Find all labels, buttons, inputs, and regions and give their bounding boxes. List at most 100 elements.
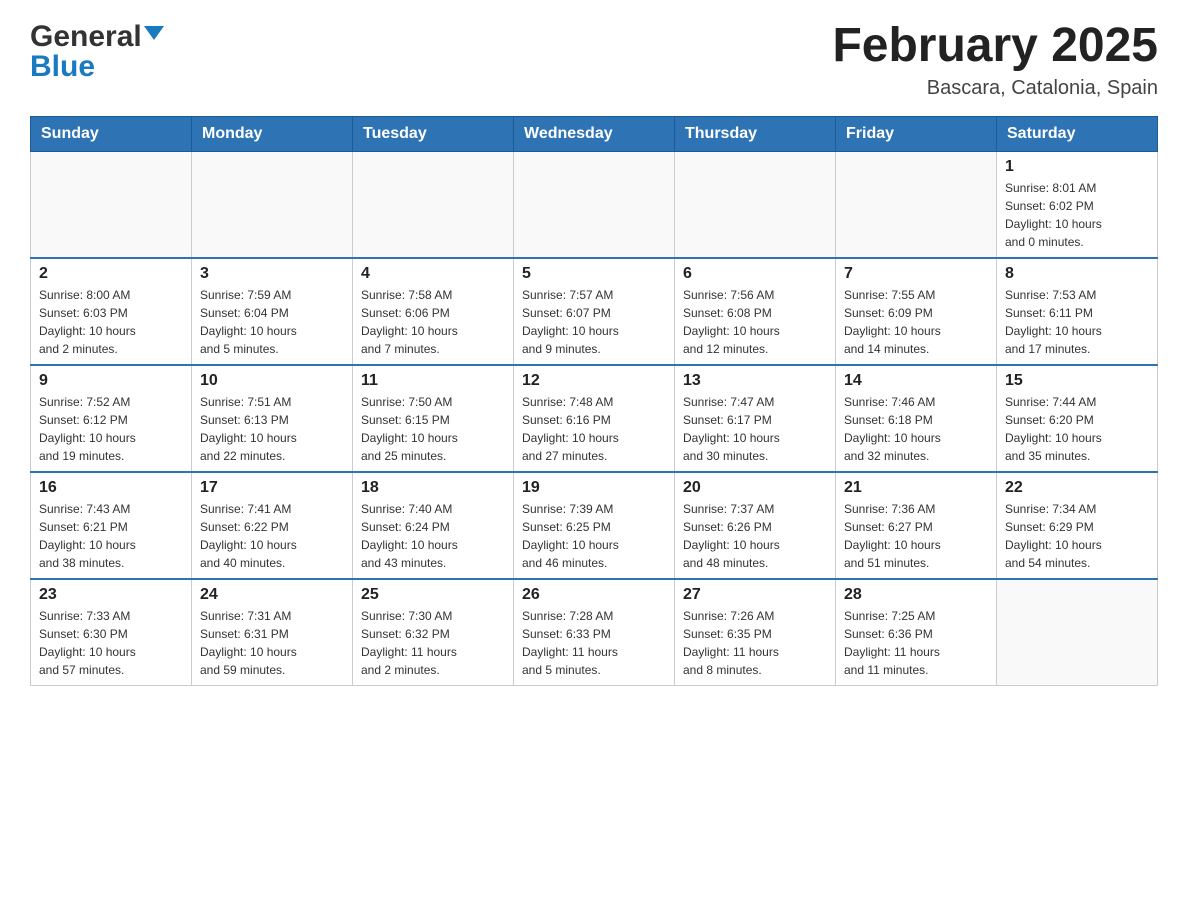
header-tuesday: Tuesday — [353, 116, 514, 151]
title-area: February 2025 Bascara, Catalonia, Spain — [832, 20, 1158, 100]
day-info: Sunrise: 7:46 AMSunset: 6:18 PMDaylight:… — [844, 393, 988, 465]
table-row — [997, 579, 1158, 686]
header-sunday: Sunday — [31, 116, 192, 151]
calendar-week-4: 16 Sunrise: 7:43 AMSunset: 6:21 PMDayligh… — [31, 472, 1158, 579]
day-number: 22 — [1005, 479, 1149, 497]
day-info: Sunrise: 7:56 AMSunset: 6:08 PMDaylight:… — [683, 286, 827, 358]
day-number: 23 — [39, 586, 183, 604]
table-row: 11 Sunrise: 7:50 AMSunset: 6:15 PMDayligh… — [353, 365, 514, 472]
day-info: Sunrise: 7:30 AMSunset: 6:32 PMDaylight:… — [361, 607, 505, 679]
day-info: Sunrise: 7:40 AMSunset: 6:24 PMDaylight:… — [361, 500, 505, 572]
calendar-table: Sunday Monday Tuesday Wednesday Thursday… — [30, 116, 1158, 686]
day-number: 6 — [683, 265, 827, 283]
day-info: Sunrise: 7:58 AMSunset: 6:06 PMDaylight:… — [361, 286, 505, 358]
table-row — [675, 151, 836, 258]
header-monday: Monday — [192, 116, 353, 151]
table-row: 9 Sunrise: 7:52 AMSunset: 6:12 PMDaylight… — [31, 365, 192, 472]
day-info: Sunrise: 7:48 AMSunset: 6:16 PMDaylight:… — [522, 393, 666, 465]
logo-triangle-icon — [144, 26, 164, 40]
day-number: 8 — [1005, 265, 1149, 283]
header-thursday: Thursday — [675, 116, 836, 151]
table-row: 5 Sunrise: 7:57 AMSunset: 6:07 PMDaylight… — [514, 258, 675, 365]
day-number: 18 — [361, 479, 505, 497]
day-number: 1 — [1005, 158, 1149, 176]
day-number: 17 — [200, 479, 344, 497]
day-info: Sunrise: 7:53 AMSunset: 6:11 PMDaylight:… — [1005, 286, 1149, 358]
day-info: Sunrise: 7:57 AMSunset: 6:07 PMDaylight:… — [522, 286, 666, 358]
day-number: 16 — [39, 479, 183, 497]
day-number: 15 — [1005, 372, 1149, 390]
table-row: 8 Sunrise: 7:53 AMSunset: 6:11 PMDaylight… — [997, 258, 1158, 365]
day-number: 21 — [844, 479, 988, 497]
day-info: Sunrise: 8:00 AMSunset: 6:03 PMDaylight:… — [39, 286, 183, 358]
day-number: 12 — [522, 372, 666, 390]
day-number: 26 — [522, 586, 666, 604]
day-info: Sunrise: 7:37 AMSunset: 6:26 PMDaylight:… — [683, 500, 827, 572]
day-number: 3 — [200, 265, 344, 283]
table-row: 18 Sunrise: 7:40 AMSunset: 6:24 PMDayligh… — [353, 472, 514, 579]
day-number: 20 — [683, 479, 827, 497]
day-number: 13 — [683, 372, 827, 390]
day-number: 25 — [361, 586, 505, 604]
table-row: 22Sunrise: 7:34 AMSunset: 6:29 PMDayligh… — [997, 472, 1158, 579]
table-row: 17 Sunrise: 7:41 AMSunset: 6:22 PMDayligh… — [192, 472, 353, 579]
table-row: 27 Sunrise: 7:26 AMSunset: 6:35 PMDayligh… — [675, 579, 836, 686]
day-number: 27 — [683, 586, 827, 604]
table-row — [836, 151, 997, 258]
table-row — [31, 151, 192, 258]
logo: General Blue — [30, 20, 164, 84]
table-row: 20 Sunrise: 7:37 AMSunset: 6:26 PMDayligh… — [675, 472, 836, 579]
day-info: Sunrise: 7:44 AMSunset: 6:20 PMDaylight:… — [1005, 393, 1149, 465]
day-number: 11 — [361, 372, 505, 390]
day-number: 24 — [200, 586, 344, 604]
table-row — [514, 151, 675, 258]
day-info: Sunrise: 7:26 AMSunset: 6:35 PMDaylight:… — [683, 607, 827, 679]
location-subtitle: Bascara, Catalonia, Spain — [832, 77, 1158, 100]
header-saturday: Saturday — [997, 116, 1158, 151]
table-row: 15 Sunrise: 7:44 AMSunset: 6:20 PMDayligh… — [997, 365, 1158, 472]
table-row — [353, 151, 514, 258]
table-row: 26 Sunrise: 7:28 AMSunset: 6:33 PMDayligh… — [514, 579, 675, 686]
day-info: Sunrise: 7:50 AMSunset: 6:15 PMDaylight:… — [361, 393, 505, 465]
day-info: Sunrise: 7:47 AMSunset: 6:17 PMDaylight:… — [683, 393, 827, 465]
day-info: Sunrise: 7:51 AMSunset: 6:13 PMDaylight:… — [200, 393, 344, 465]
month-title: February 2025 — [832, 20, 1158, 73]
day-info: Sunrise: 7:55 AMSunset: 6:09 PMDaylight:… — [844, 286, 988, 358]
table-row: 19Sunrise: 7:39 AMSunset: 6:25 PMDayligh… — [514, 472, 675, 579]
day-number: 28 — [844, 586, 988, 604]
day-number: 19 — [522, 479, 666, 497]
day-info: Sunrise: 8:01 AMSunset: 6:02 PMDaylight:… — [1005, 179, 1149, 251]
table-row: 21 Sunrise: 7:36 AMSunset: 6:27 PMDayligh… — [836, 472, 997, 579]
table-row: 16 Sunrise: 7:43 AMSunset: 6:21 PMDayligh… — [31, 472, 192, 579]
calendar-week-5: 23Sunrise: 7:33 AMSunset: 6:30 PMDayligh… — [31, 579, 1158, 686]
table-row: 23Sunrise: 7:33 AMSunset: 6:30 PMDayligh… — [31, 579, 192, 686]
day-number: 2 — [39, 265, 183, 283]
calendar-week-2: 2 Sunrise: 8:00 AMSunset: 6:03 PMDaylight… — [31, 258, 1158, 365]
day-info: Sunrise: 7:36 AMSunset: 6:27 PMDaylight:… — [844, 500, 988, 572]
table-row: 13 Sunrise: 7:47 AMSunset: 6:17 PMDayligh… — [675, 365, 836, 472]
table-row — [192, 151, 353, 258]
table-row: 10 Sunrise: 7:51 AMSunset: 6:13 PMDayligh… — [192, 365, 353, 472]
table-row: 2 Sunrise: 8:00 AMSunset: 6:03 PMDaylight… — [31, 258, 192, 365]
table-row: 4Sunrise: 7:58 AMSunset: 6:06 PMDaylight… — [353, 258, 514, 365]
day-number: 9 — [39, 372, 183, 390]
table-row: 28Sunrise: 7:25 AMSunset: 6:36 PMDayligh… — [836, 579, 997, 686]
calendar-week-1: 1 Sunrise: 8:01 AMSunset: 6:02 PMDaylight… — [31, 151, 1158, 258]
table-row: 24 Sunrise: 7:31 AMSunset: 6:31 PMDayligh… — [192, 579, 353, 686]
table-row: 1 Sunrise: 8:01 AMSunset: 6:02 PMDaylight… — [997, 151, 1158, 258]
day-info: Sunrise: 7:41 AMSunset: 6:22 PMDaylight:… — [200, 500, 344, 572]
logo-general-text: General — [30, 20, 142, 54]
day-info: Sunrise: 7:43 AMSunset: 6:21 PMDaylight:… — [39, 500, 183, 572]
table-row: 7Sunrise: 7:55 AMSunset: 6:09 PMDaylight… — [836, 258, 997, 365]
table-row: 12 Sunrise: 7:48 AMSunset: 6:16 PMDayligh… — [514, 365, 675, 472]
header-wednesday: Wednesday — [514, 116, 675, 151]
day-number: 14 — [844, 372, 988, 390]
day-info: Sunrise: 7:31 AMSunset: 6:31 PMDaylight:… — [200, 607, 344, 679]
page-header: General Blue February 2025 Bascara, Cata… — [30, 20, 1158, 100]
day-info: Sunrise: 7:52 AMSunset: 6:12 PMDaylight:… — [39, 393, 183, 465]
calendar-header-row: Sunday Monday Tuesday Wednesday Thursday… — [31, 116, 1158, 151]
day-number: 5 — [522, 265, 666, 283]
day-number: 10 — [200, 372, 344, 390]
day-info: Sunrise: 7:28 AMSunset: 6:33 PMDaylight:… — [522, 607, 666, 679]
table-row: 25 Sunrise: 7:30 AMSunset: 6:32 PMDayligh… — [353, 579, 514, 686]
